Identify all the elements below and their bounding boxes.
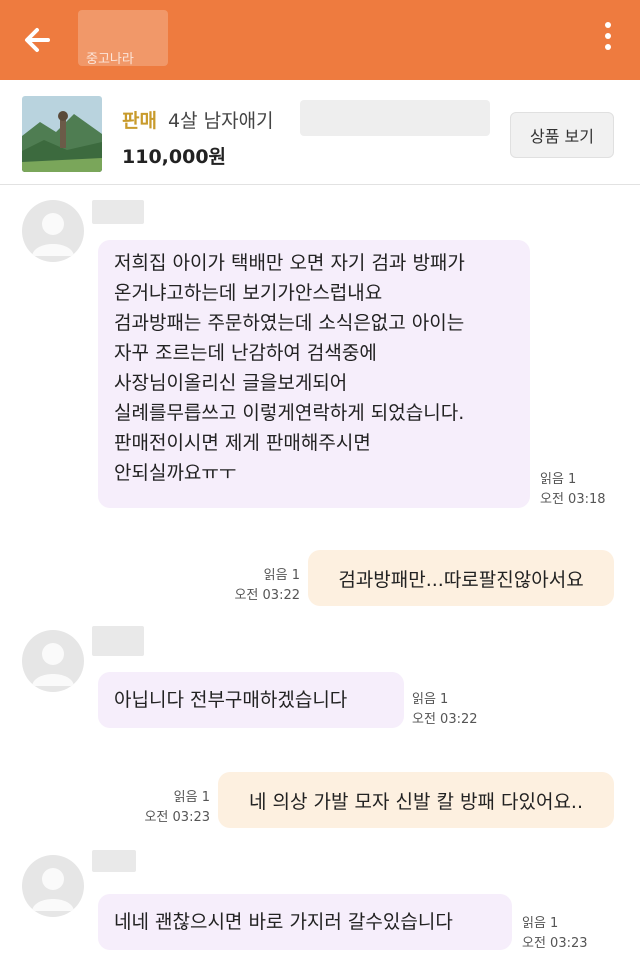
back-button[interactable]: [18, 20, 62, 60]
read-receipt: 읽음 1: [412, 692, 449, 707]
message-bubble-outgoing: 검과방패만...따로팔진않아서요: [308, 550, 614, 606]
message-line: 저희집 아이가 택배만 오면 자기 검과 방패가: [114, 252, 465, 274]
message-line: 안되실까요ㅠㅜ: [114, 462, 237, 484]
view-product-button[interactable]: 상품 보기: [510, 112, 614, 158]
more-vert-icon: [605, 22, 611, 28]
message-bubble-outgoing: 네 의상 가발 모자 신발 칼 방패 다있어요..: [218, 772, 614, 828]
app-name: 중고나라: [86, 52, 134, 67]
landscape-image-icon: [22, 96, 102, 172]
read-receipt: 읽음 1: [540, 472, 577, 487]
sale-tag: 판매: [122, 110, 157, 132]
message-bubble-incoming: 네네 괜찮으시면 바로 가지러 갈수있습니다: [98, 894, 512, 950]
message-line: 실례를무릅쓰고 이렇게연락하게 되었습니다.: [114, 402, 465, 424]
product-thumbnail[interactable]: [22, 96, 102, 172]
user-silhouette-icon: [32, 213, 74, 256]
app-header: 중고나라: [0, 0, 640, 80]
message-meta: 읽음 1 오전 03:22: [412, 690, 478, 730]
message-bubble-incoming: 아닙니다 전부구매하겠습니다: [98, 672, 404, 728]
read-receipt: 읽음 1: [522, 916, 559, 931]
user-silhouette-icon: [32, 868, 74, 911]
message-time: 오전 03:23: [144, 810, 210, 825]
more-menu-button[interactable]: [602, 22, 614, 56]
message-line: 검과방패는 주문하였는데 소식은없고 아이는: [114, 312, 465, 334]
product-name-blurred: [300, 100, 490, 136]
message-time: 오전 03:22: [234, 588, 300, 603]
message-line: 판매전이시면 제게 판매해주시면: [114, 432, 371, 454]
avatar[interactable]: [22, 630, 84, 692]
message-meta: 읽음 1 오전 03:22: [220, 566, 300, 606]
message-line: 자꾸 조르는데 난감하여 검색중에: [114, 342, 377, 364]
message-time: 오전 03:22: [412, 712, 478, 727]
avatar[interactable]: [22, 855, 84, 917]
sender-name-blurred: [92, 200, 144, 224]
product-card: 판매 4살 남자애기 110,000원 상품 보기: [0, 80, 640, 185]
avatar[interactable]: [22, 200, 84, 262]
read-receipt: 읽음 1: [173, 790, 210, 805]
message-time: 오전 03:18: [540, 492, 606, 507]
message-meta: 읽음 1 오전 03:18: [540, 470, 606, 510]
sender-name-blurred: [92, 850, 136, 872]
product-price: 110,000원: [122, 146, 227, 168]
message-line: 온거냐고하는데 보기가안스럽내요: [114, 282, 383, 304]
message-bubble-incoming: 저희집 아이가 택배만 오면 자기 검과 방패가 온거냐고하는데 보기가안스럽내…: [98, 240, 530, 508]
message-meta: 읽음 1 오전 03:23: [522, 914, 588, 954]
sender-name-blurred: [92, 626, 144, 656]
arrow-left-icon: [25, 28, 50, 52]
message-meta: 읽음 1 오전 03:23: [130, 788, 210, 828]
read-receipt: 읽음 1: [263, 568, 300, 583]
message-time: 오전 03:23: [522, 936, 588, 951]
user-silhouette-icon: [32, 643, 74, 686]
product-name: 4살 남자애기: [168, 110, 274, 132]
message-line: 사장님이올리신 글을보게되어: [114, 372, 348, 394]
